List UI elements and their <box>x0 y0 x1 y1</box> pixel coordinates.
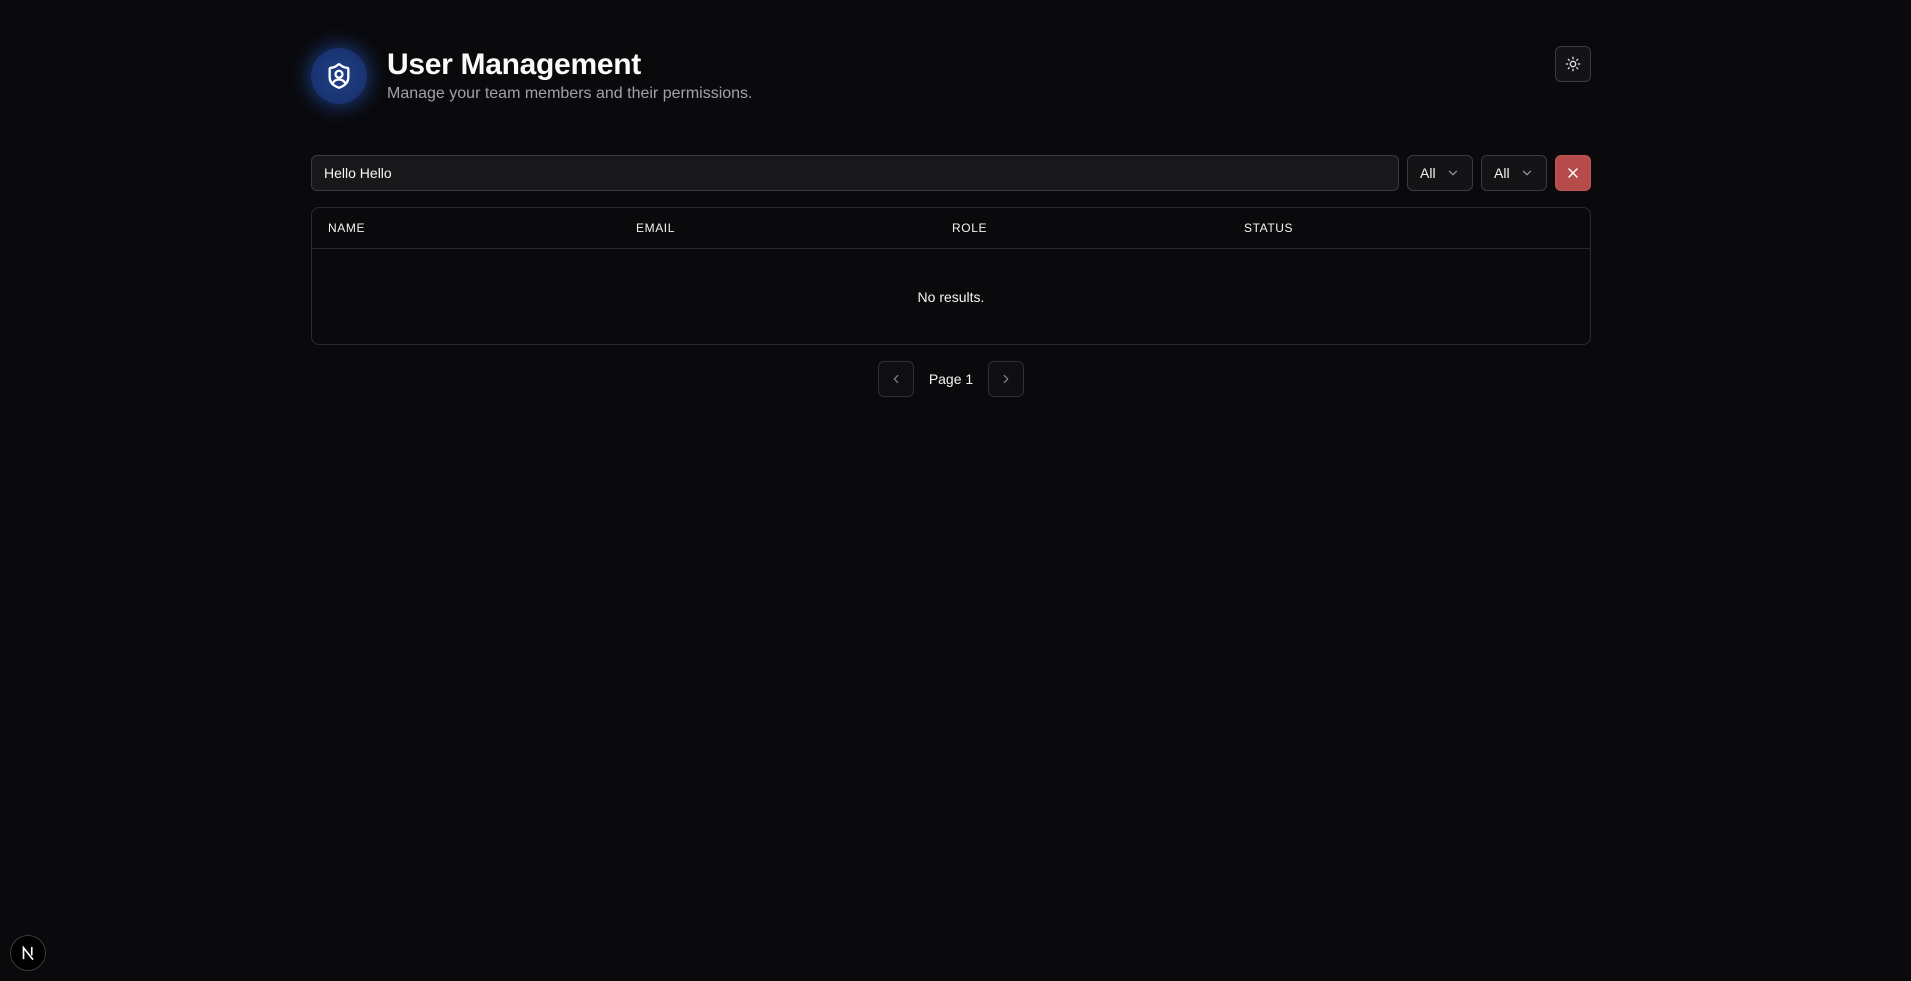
chevron-right-icon <box>999 372 1013 386</box>
close-icon <box>1565 165 1581 181</box>
page-subtitle: Manage your team members and their permi… <box>387 85 753 102</box>
column-header-email[interactable]: EMAIL <box>636 208 675 249</box>
next-page-button[interactable] <box>988 361 1024 397</box>
role-filter-select[interactable]: All <box>1407 155 1473 191</box>
page-header: User Management Manage your team members… <box>311 46 1591 110</box>
column-header-status[interactable]: STATUS <box>1244 208 1293 249</box>
column-header-name[interactable]: NAME <box>328 208 365 249</box>
status-filter-select[interactable]: All <box>1481 155 1547 191</box>
previous-page-button[interactable] <box>878 361 914 397</box>
page-indicator: Page 1 <box>928 371 974 387</box>
column-header-role[interactable]: ROLE <box>952 208 987 249</box>
filter-toolbar: All All <box>311 155 1591 191</box>
page-title: User Management <box>387 48 641 81</box>
status-filter-value: All <box>1494 165 1510 181</box>
table-header: NAME EMAIL ROLE STATUS <box>312 208 1590 249</box>
chevron-down-icon <box>1520 166 1534 180</box>
chevron-down-icon <box>1446 166 1460 180</box>
nextjs-logo-icon <box>19 944 37 962</box>
empty-state: No results. <box>917 288 985 305</box>
nextjs-dev-badge[interactable] <box>10 935 46 971</box>
search-input[interactable] <box>311 155 1399 191</box>
role-filter-value: All <box>1420 165 1436 181</box>
users-table: NAME EMAIL ROLE STATUS No results. <box>311 207 1591 345</box>
theme-toggle-button[interactable] <box>1555 46 1591 82</box>
pagination: Page 1 <box>311 361 1591 397</box>
chevron-left-icon <box>889 372 903 386</box>
clear-filters-button[interactable] <box>1555 155 1591 191</box>
sun-icon <box>1565 56 1581 72</box>
shield-user-icon <box>311 48 367 104</box>
